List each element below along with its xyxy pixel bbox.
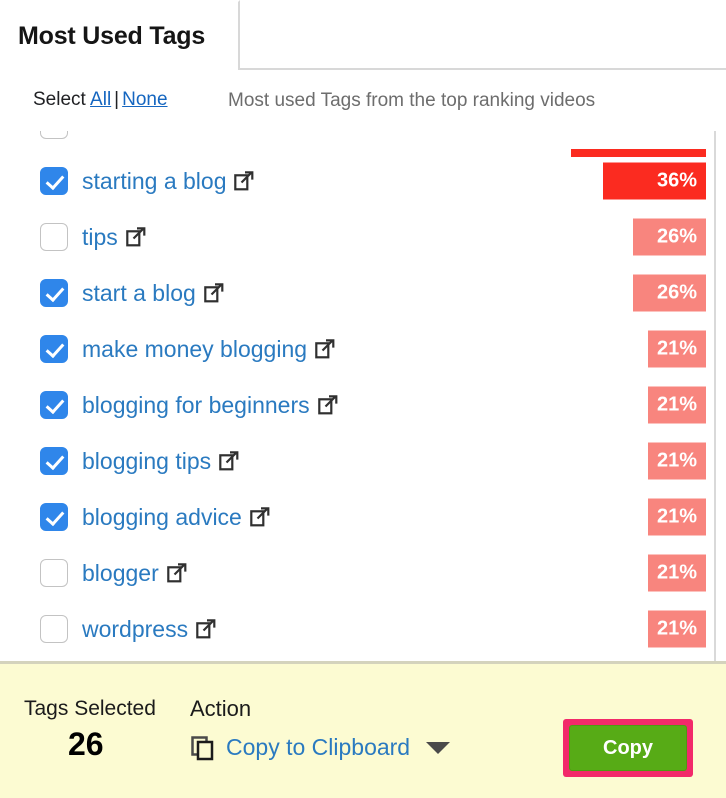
tag-percent-bar: 21% xyxy=(648,554,706,592)
tag-percent-label: 26% xyxy=(656,281,697,304)
external-link-icon[interactable] xyxy=(317,395,338,415)
vertical-scrollbar[interactable] xyxy=(714,131,726,661)
tag-row[interactable]: wordpress 21% xyxy=(0,601,714,657)
tag-row[interactable]: blogging advice 21% xyxy=(0,489,714,545)
tag-checkbox[interactable] xyxy=(40,559,68,587)
tag-checkbox[interactable] xyxy=(40,503,68,531)
tag-list-viewport[interactable]: starting a blog 36% tips 26% start a blog 26%… xyxy=(0,131,726,661)
tag-percent-label: 21% xyxy=(656,617,697,640)
copy-button-label: Copy xyxy=(603,736,653,759)
tags-selected-label: Tags Selected xyxy=(24,697,156,720)
copy-button-highlight: Copy xyxy=(563,719,693,777)
tag-percent-label: 21% xyxy=(656,337,697,360)
tag-label[interactable]: blogger xyxy=(82,560,159,587)
tag-percent-label: 21% xyxy=(656,561,697,584)
tag-label[interactable]: starting a blog xyxy=(82,168,226,195)
tag-checkbox[interactable] xyxy=(40,615,68,643)
external-link-icon[interactable] xyxy=(203,283,224,303)
tag-percent-bar: 21% xyxy=(648,610,706,648)
external-link-icon[interactable] xyxy=(219,451,239,471)
tag-percent-bar: 26% xyxy=(633,218,706,256)
copy-to-clipboard-icon xyxy=(190,735,216,761)
tag-checkbox[interactable] xyxy=(40,447,68,475)
chevron-down-icon[interactable] xyxy=(426,741,451,754)
tag-percent-label: 21% xyxy=(656,393,697,416)
tag-label[interactable]: start a blog xyxy=(82,280,196,307)
tag-label[interactable]: blogging advice xyxy=(82,504,242,531)
tag-row[interactable]: make money blogging 21% xyxy=(0,321,714,377)
tab-label: Most Used Tags xyxy=(18,21,206,50)
tag-row[interactable] xyxy=(0,131,714,157)
select-none-link[interactable]: None xyxy=(122,89,167,110)
tag-percent-bar: 21% xyxy=(648,330,706,368)
tag-label[interactable]: wordpress xyxy=(82,616,188,643)
tag-percent-bar: 21% xyxy=(648,442,706,480)
tab-strip: Most Used Tags xyxy=(0,0,726,70)
select-label: Select xyxy=(33,89,86,110)
tag-checkbox[interactable] xyxy=(40,279,68,307)
tags-selected-count: 26 xyxy=(68,726,104,762)
external-link-icon[interactable] xyxy=(196,619,216,639)
tag-checkbox[interactable] xyxy=(40,131,68,139)
tag-checkbox[interactable] xyxy=(40,167,68,195)
tag-percent-bar: 26% xyxy=(633,274,706,312)
tag-label[interactable]: make money blogging xyxy=(82,336,307,363)
tag-label[interactable]: blogging tips xyxy=(82,448,211,475)
action-select[interactable]: Copy to Clipboard xyxy=(190,734,451,761)
tag-row[interactable]: starting a blog 36% xyxy=(0,153,714,209)
select-controls: Select All | None xyxy=(33,89,168,111)
tag-row[interactable]: blogging tips 21% xyxy=(0,433,714,489)
action-value-label[interactable]: Copy to Clipboard xyxy=(226,734,410,761)
tag-row[interactable]: blogger 21% xyxy=(0,545,714,601)
copy-button[interactable]: Copy xyxy=(569,725,687,771)
external-link-icon[interactable] xyxy=(250,507,270,527)
tag-percent-label: 36% xyxy=(656,169,697,192)
action-label: Action xyxy=(190,696,252,721)
tag-percent-label: 21% xyxy=(656,449,697,472)
sub-header: Select All | None Most used Tags from the … xyxy=(0,70,726,130)
tag-percent-bar: 21% xyxy=(648,498,706,536)
tag-label[interactable]: blogging for beginners xyxy=(82,392,310,419)
select-separator: | xyxy=(114,89,120,110)
tag-percent-label: 21% xyxy=(656,505,697,528)
tab-most-used-tags[interactable]: Most Used Tags xyxy=(0,0,240,70)
action-footer: Tags Selected 26 Action Copy to Clipboar… xyxy=(0,661,726,798)
tag-checkbox[interactable] xyxy=(40,391,68,419)
tag-percent-bar: 21% xyxy=(648,386,706,424)
tag-row[interactable]: start a blog 26% xyxy=(0,265,714,321)
tag-row[interactable]: tips 26% xyxy=(0,209,714,265)
tag-label[interactable]: tips xyxy=(82,224,118,251)
tag-percent-label: 26% xyxy=(656,225,697,248)
sub-header-note: Most used Tags from the top ranking vide… xyxy=(228,90,596,111)
tag-checkbox[interactable] xyxy=(40,223,68,251)
external-link-icon[interactable] xyxy=(166,563,187,583)
tag-checkbox[interactable] xyxy=(40,335,68,363)
external-link-icon[interactable] xyxy=(234,171,254,191)
select-all-link[interactable]: All xyxy=(90,89,111,110)
external-link-icon[interactable] xyxy=(125,227,146,247)
external-link-icon[interactable] xyxy=(315,339,335,359)
tag-list: starting a blog 36% tips 26% start a blog 26%… xyxy=(0,131,714,657)
tag-row[interactable]: blogging for beginners 21% xyxy=(0,377,714,433)
tag-percent-bar: 36% xyxy=(603,162,706,200)
